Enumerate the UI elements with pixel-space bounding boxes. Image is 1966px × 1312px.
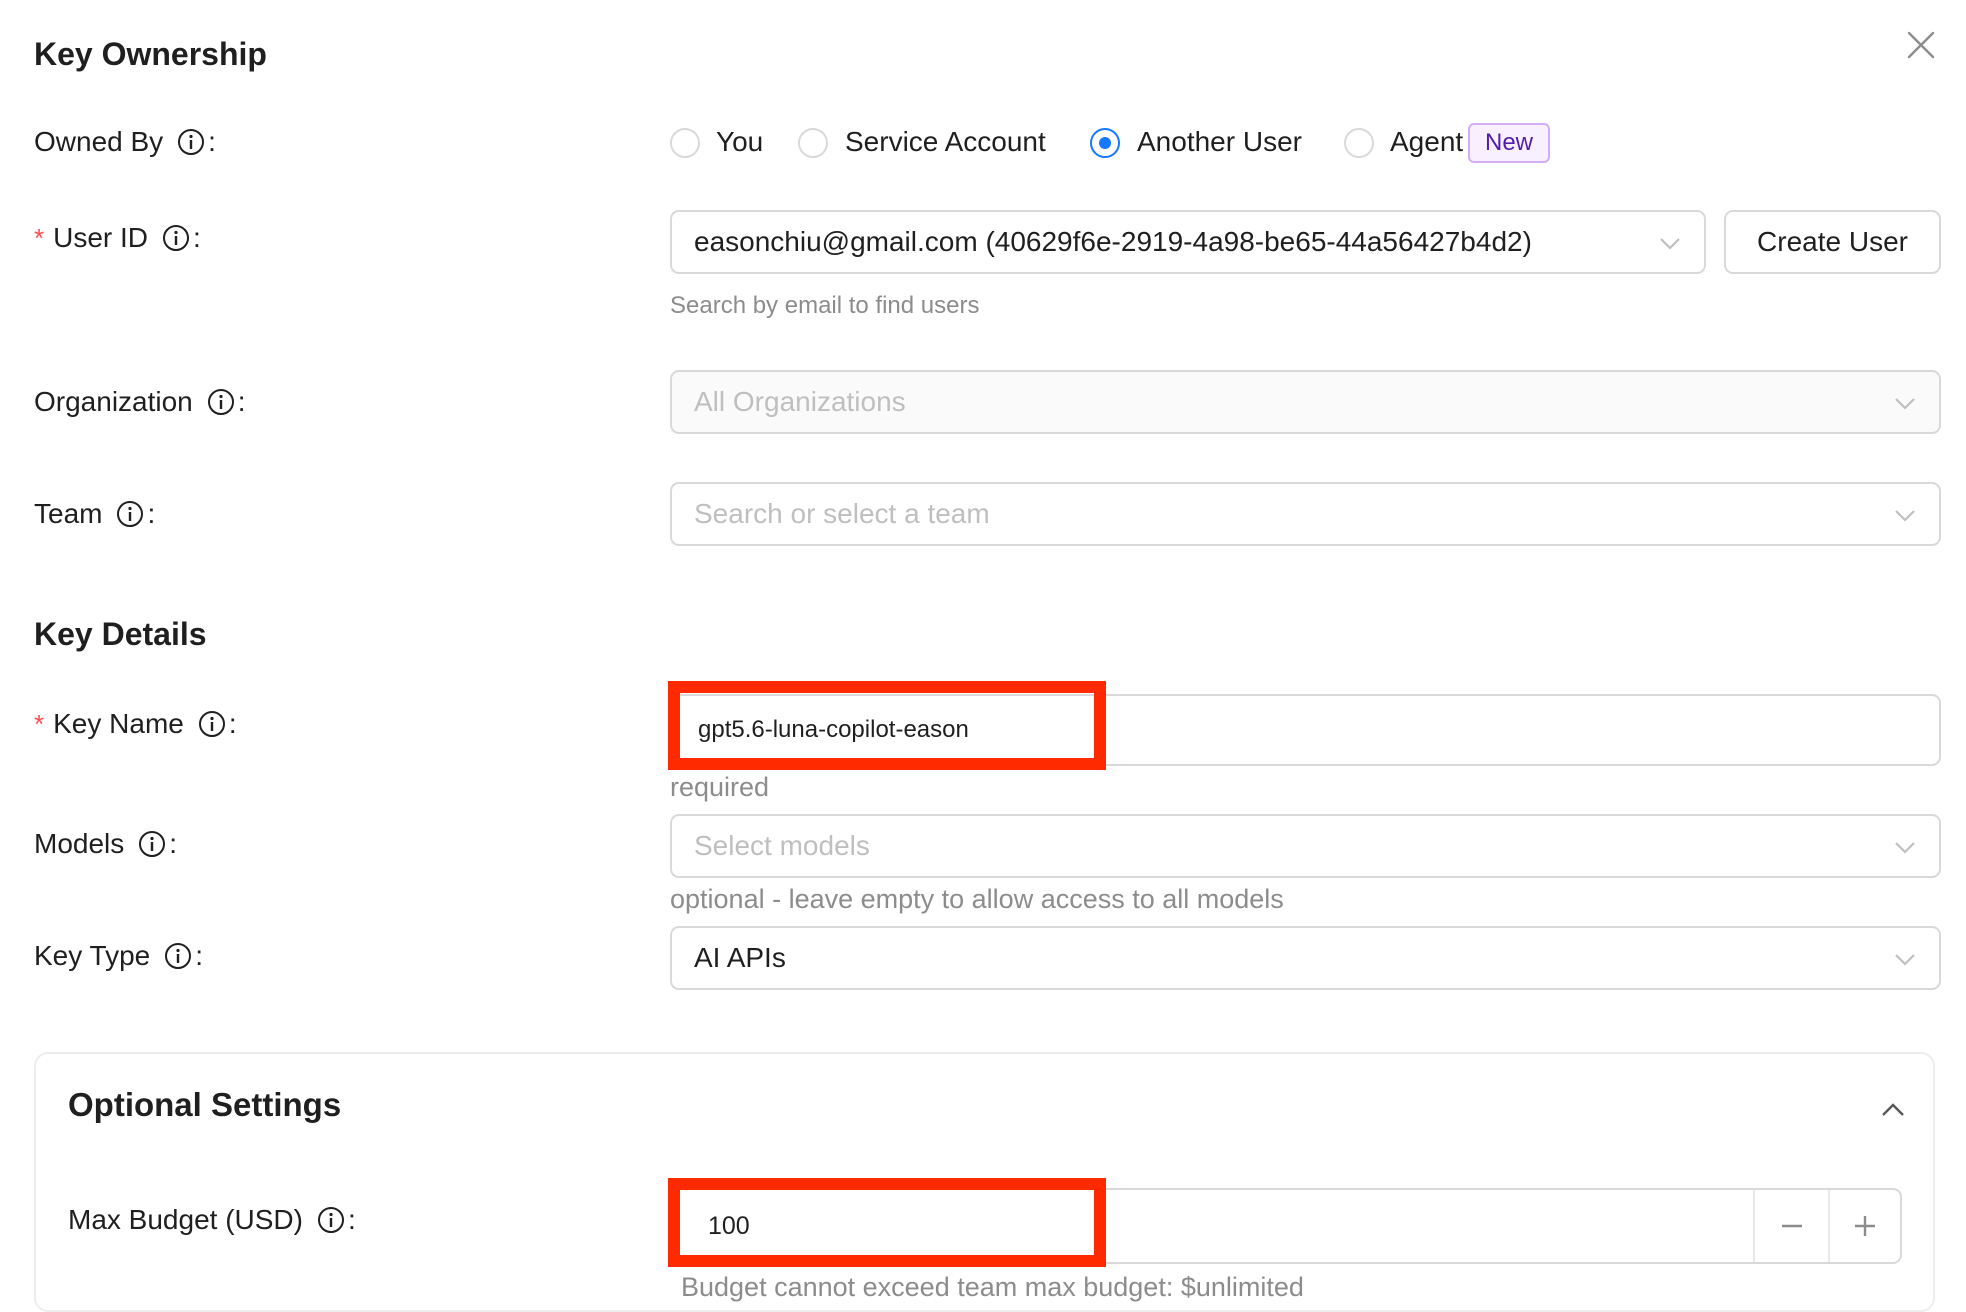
models-label-text: Models [34, 828, 125, 859]
info-icon[interactable] [138, 830, 166, 858]
owned-by-service-account-radio[interactable] [798, 128, 828, 158]
info-icon[interactable] [317, 1206, 345, 1234]
info-icon[interactable] [198, 710, 226, 738]
key-type-label: Key Type : [34, 940, 203, 972]
increment-button[interactable] [1830, 1190, 1900, 1262]
chevron-down-icon [1893, 502, 1917, 526]
create-user-button[interactable]: Create User [1724, 210, 1941, 274]
organization-placeholder: All Organizations [694, 386, 906, 417]
chevron-down-icon [1893, 390, 1917, 414]
owned-by-label-text: Owned By [34, 126, 164, 157]
key-name-label: * Key Name : [34, 708, 237, 740]
max-budget-label: Max Budget (USD) : [68, 1204, 356, 1236]
team-label: Team : [34, 498, 155, 530]
key-type-select[interactable]: AI APIs [670, 926, 1941, 990]
team-placeholder: Search or select a team [694, 498, 990, 529]
owned-by-another-user-label[interactable]: Another User [1137, 126, 1302, 158]
colon: : [347, 1204, 356, 1235]
colon: : [169, 828, 178, 859]
key-name-help: required [670, 772, 770, 802]
minus-icon [1781, 1224, 1802, 1228]
owned-by-you-radio[interactable] [670, 128, 700, 158]
owned-by-you-label[interactable]: You [716, 126, 763, 158]
team-select[interactable]: Search or select a team [670, 482, 1941, 546]
colon: : [195, 940, 204, 971]
decrement-button[interactable] [1755, 1190, 1828, 1262]
user-id-select[interactable]: easonchiu@gmail.com (40629f6e-2919-4a98-… [670, 210, 1706, 274]
colon: : [147, 498, 156, 529]
required-asterisk: * [34, 708, 45, 739]
chevron-down-icon [1658, 230, 1682, 254]
user-id-label: * User ID : [34, 222, 201, 254]
user-id-help: Search by email to find users [670, 292, 980, 319]
owned-by-another-user-radio[interactable] [1090, 128, 1120, 158]
colon: : [208, 126, 216, 157]
key-type-label-text: Key Type [34, 940, 151, 971]
colon: : [193, 222, 201, 253]
colon: : [237, 386, 246, 417]
key-ownership-title: Key Ownership [34, 36, 267, 72]
chevron-down-icon [1893, 834, 1917, 858]
team-label-text: Team [34, 498, 103, 529]
plus-icon [1855, 1216, 1875, 1236]
user-id-value: easonchiu@gmail.com (40629f6e-2919-4a98-… [694, 226, 1532, 257]
info-icon[interactable] [162, 224, 190, 252]
max-budget-label-text: Max Budget (USD) [68, 1204, 303, 1235]
user-id-label-text: User ID [53, 222, 149, 253]
chevron-down-icon [1893, 946, 1917, 970]
models-help: optional - leave empty to allow access t… [670, 884, 1284, 914]
owned-by-label: Owned By : [34, 126, 216, 158]
key-details-title: Key Details [34, 616, 207, 652]
chevron-up-icon[interactable] [1880, 1097, 1906, 1123]
key-name-label-text: Key Name [53, 708, 184, 739]
organization-select[interactable]: All Organizations [670, 370, 1941, 434]
organization-label: Organization : [34, 386, 246, 418]
optional-settings-title[interactable]: Optional Settings [68, 1086, 341, 1124]
owned-by-agent-label[interactable]: Agent [1390, 126, 1463, 158]
highlight-box-max-budget [668, 1178, 1106, 1267]
colon: : [228, 708, 237, 739]
models-label: Models : [34, 828, 177, 860]
info-icon[interactable] [207, 388, 235, 416]
info-icon[interactable] [164, 942, 192, 970]
models-placeholder: Select models [694, 830, 870, 861]
key-type-value: AI APIs [694, 942, 786, 973]
highlight-box-key-name [668, 681, 1106, 770]
info-icon[interactable] [177, 128, 205, 156]
required-asterisk: * [34, 222, 45, 253]
close-icon[interactable] [1906, 30, 1936, 60]
organization-label-text: Organization [34, 386, 193, 417]
owned-by-service-account-label[interactable]: Service Account [845, 126, 1046, 158]
models-select[interactable]: Select models [670, 814, 1941, 878]
owned-by-agent-radio[interactable] [1344, 128, 1374, 158]
info-icon[interactable] [116, 500, 144, 528]
new-badge: New [1468, 123, 1550, 163]
max-budget-help: Budget cannot exceed team max budget: $u… [681, 1272, 1304, 1302]
